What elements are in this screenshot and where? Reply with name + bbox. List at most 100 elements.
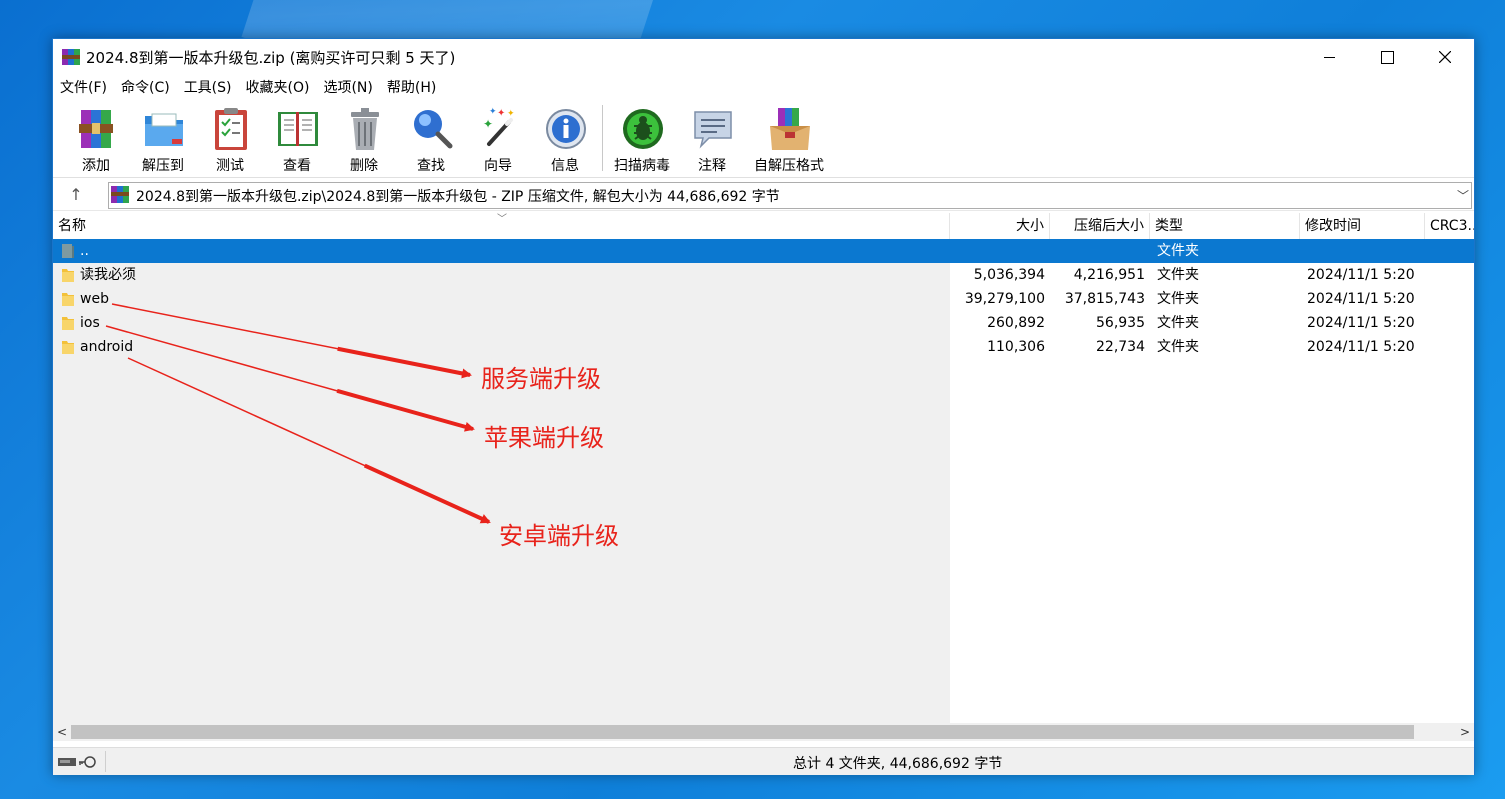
row-packed: 22,734 — [1096, 339, 1145, 355]
winrar-app-icon — [62, 49, 80, 65]
row-modified: 2024/11/1 5:20 — [1307, 339, 1415, 355]
folder-icon — [62, 269, 74, 282]
scroll-right-icon[interactable]: > — [1456, 723, 1474, 741]
sfx-button[interactable]: 自解压格式 — [754, 103, 824, 175]
address-bar: ↑ 2024.8到第一版本升级包.zip\2024.8到第一版本升级包 - ZI… — [53, 179, 1474, 211]
table-row[interactable]: .. 文件夹 — [53, 239, 1474, 263]
row-packed: 56,935 — [1096, 315, 1145, 331]
sfx-label: 自解压格式 — [754, 158, 824, 174]
annotation-server-upgrade: 服务端升级 — [481, 365, 601, 393]
winrar-window: 2024.8到第一版本升级包.zip (离购买许可只剩 5 天了) 文件(F) … — [52, 38, 1475, 775]
address-path-combobox[interactable]: 2024.8到第一版本升级包.zip\2024.8到第一版本升级包 - ZIP … — [108, 182, 1472, 209]
column-header-name[interactable]: 名称 — [53, 213, 950, 239]
minimize-icon — [1323, 56, 1335, 58]
row-name: web — [80, 291, 109, 307]
status-bar: 总计 4 文件夹, 44,686,692 字节 — [53, 747, 1474, 775]
menu-bar: 文件(F) 命令(C) 工具(S) 收藏夹(O) 选项(N) 帮助(H) — [53, 75, 1474, 99]
row-modified: 2024/11/1 5:20 — [1307, 315, 1415, 331]
svg-text:✦: ✦ — [497, 108, 505, 119]
table-row[interactable]: android 110,306 22,734 文件夹 2024/11/1 5:2… — [53, 335, 1474, 359]
folder-icon — [62, 341, 74, 354]
svg-text:✦: ✦ — [507, 109, 515, 119]
column-header-size[interactable]: 大小 — [950, 213, 1050, 239]
sfx-icon — [770, 108, 810, 150]
delete-icon — [351, 108, 379, 150]
find-icon — [414, 110, 453, 149]
column-header-modified[interactable]: 修改时间 — [1300, 213, 1425, 239]
column-header-row: ﹀ 名称 大小 压缩后大小 类型 修改时间 CRC3... — [53, 213, 1474, 240]
table-row[interactable]: web 39,279,100 37,815,743 文件夹 2024/11/1 … — [53, 287, 1474, 311]
table-row[interactable]: ios 260,892 56,935 文件夹 2024/11/1 5:20 — [53, 311, 1474, 335]
toolbar: 添加 解压到 测试 查看 删除 查找 ✦ ✦ ✦ ✦ 向导 信息 扫描病毒 注释… — [53, 101, 1474, 178]
parent-folder-icon — [62, 244, 74, 258]
row-name: 读我必须 — [80, 267, 136, 283]
row-packed — [1050, 239, 1150, 263]
menu-help[interactable]: 帮助(H) — [380, 77, 443, 97]
column-header-type[interactable]: 类型 — [1150, 213, 1300, 239]
folder-icon — [62, 317, 74, 330]
close-icon — [1439, 51, 1451, 63]
maximize-button[interactable] — [1358, 39, 1416, 75]
comment-button[interactable]: 注释 — [679, 103, 745, 175]
info-label: 信息 — [551, 158, 579, 174]
row-packed: 4,216,951 — [1073, 267, 1145, 283]
row-type: 文件夹 — [1157, 291, 1199, 307]
svg-text:✦: ✦ — [489, 107, 497, 117]
window-title: 2024.8到第一版本升级包.zip (离购买许可只剩 5 天了) — [86, 49, 456, 67]
row-size: 260,892 — [987, 315, 1045, 331]
row-name: .. — [80, 243, 89, 259]
menu-favorites[interactable]: 收藏夹(O) — [239, 77, 317, 97]
scrollbar-thumb[interactable] — [71, 725, 1414, 739]
chevron-down-icon[interactable]: ﹀ — [1457, 187, 1469, 204]
minimize-button[interactable] — [1300, 39, 1358, 75]
extract-icon — [145, 113, 183, 146]
folder-icon — [62, 293, 74, 306]
row-name: android — [80, 339, 134, 355]
column-header-packed[interactable]: 压缩后大小 — [1050, 213, 1150, 239]
test-icon — [215, 108, 247, 150]
archive-icon — [111, 186, 129, 203]
svg-text:✦: ✦ — [483, 117, 493, 131]
row-size: 5,036,394 — [973, 267, 1045, 283]
status-separator — [105, 751, 106, 772]
drive-key-icon — [58, 756, 96, 768]
menu-tools[interactable]: 工具(S) — [177, 77, 239, 97]
row-modified — [1302, 239, 1427, 263]
row-name: ios — [80, 315, 100, 331]
row-packed: 37,815,743 — [1064, 291, 1145, 307]
row-size — [950, 239, 1050, 263]
row-type: 文件夹 — [1157, 339, 1199, 355]
row-type: 文件夹 — [1157, 243, 1199, 259]
virus-scan-button[interactable]: 扫描病毒 — [609, 103, 675, 175]
info-icon — [546, 109, 586, 149]
menu-commands[interactable]: 命令(C) — [114, 77, 177, 97]
row-size: 39,279,100 — [964, 291, 1045, 307]
close-button[interactable] — [1416, 39, 1474, 75]
table-row[interactable]: 读我必须 5,036,394 4,216,951 文件夹 2024/11/1 5… — [53, 263, 1474, 287]
maximize-icon — [1380, 50, 1394, 64]
annotation-android-upgrade: 安卓端升级 — [499, 522, 619, 550]
row-modified: 2024/11/1 5:20 — [1307, 267, 1415, 283]
row-type: 文件夹 — [1157, 267, 1199, 283]
scroll-left-icon[interactable]: < — [53, 723, 71, 741]
horizontal-scrollbar[interactable]: < > — [53, 723, 1474, 741]
address-path-text: 2024.8到第一版本升级包.zip\2024.8到第一版本升级包 - ZIP … — [136, 189, 780, 205]
comment-label: 注释 — [698, 158, 726, 174]
menu-file[interactable]: 文件(F) — [53, 77, 114, 97]
annotation-ios-upgrade: 苹果端升级 — [484, 424, 604, 452]
row-type: 文件夹 — [1157, 315, 1199, 331]
add-icon — [79, 110, 113, 148]
virus-scan-icon — [623, 109, 663, 149]
view-icon — [278, 112, 318, 146]
status-summary: 总计 4 文件夹, 44,686,692 字节 — [793, 756, 1003, 772]
row-size: 110,306 — [987, 339, 1045, 355]
file-list: ﹀ 名称 大小 压缩后大小 类型 修改时间 CRC3... .. 文件夹 读我必… — [53, 213, 1474, 723]
row-modified: 2024/11/1 5:20 — [1307, 291, 1415, 307]
column-header-crc[interactable]: CRC3... — [1425, 213, 1474, 239]
comment-icon — [694, 111, 732, 149]
title-bar[interactable]: 2024.8到第一版本升级包.zip (离购买许可只剩 5 天了) — [53, 39, 1474, 75]
info-button[interactable]: 信息 — [532, 103, 598, 175]
wizard-icon: ✦✦ ✦✦ — [483, 107, 515, 146]
menu-options[interactable]: 选项(N) — [316, 77, 379, 97]
up-folder-button[interactable]: ↑ — [65, 185, 87, 205]
